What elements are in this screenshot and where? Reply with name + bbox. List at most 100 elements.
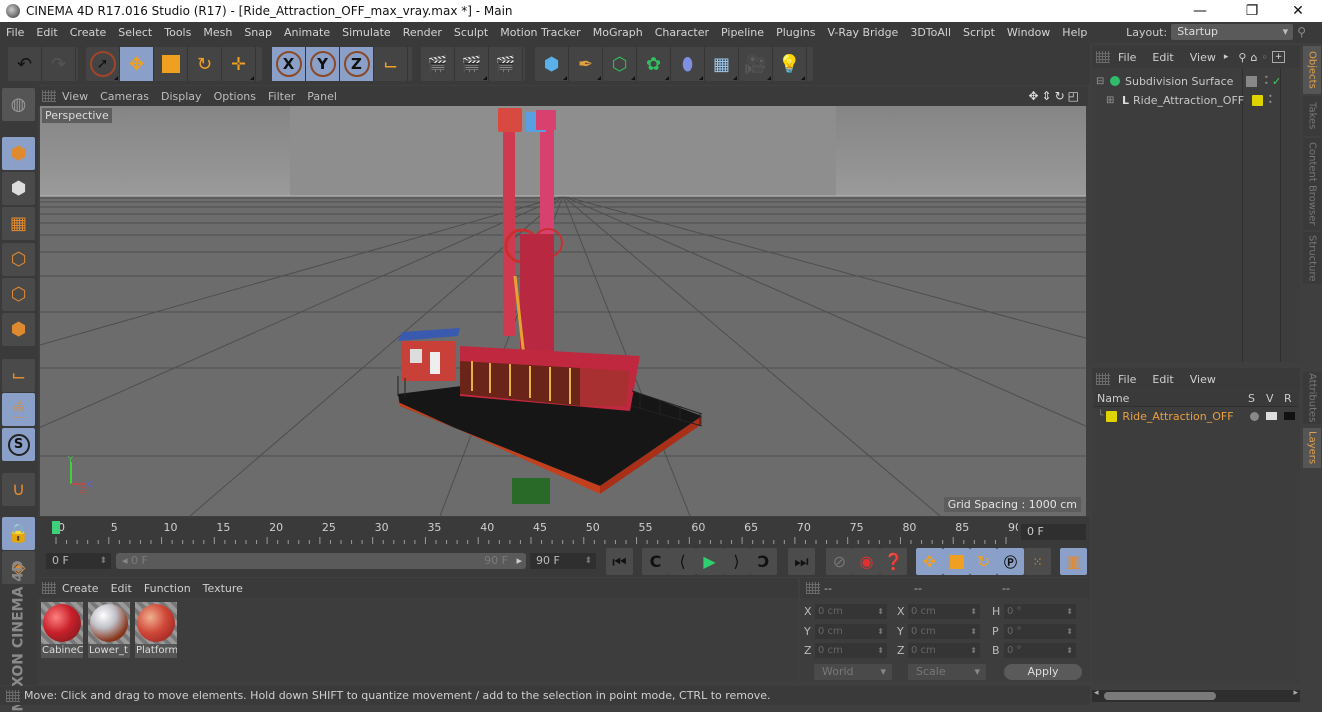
move-tool-button[interactable]: ✥ bbox=[120, 47, 154, 81]
search-icon[interactable]: ⚲ bbox=[1297, 25, 1306, 39]
layer-row[interactable]: └ Ride_Attraction_OFF bbox=[1098, 407, 1298, 425]
light-button[interactable]: 💡 bbox=[773, 47, 807, 81]
rotation-h-field[interactable]: 0 ° ⬍ bbox=[1004, 604, 1076, 619]
scale-tool-button[interactable] bbox=[154, 47, 188, 81]
menu-sculpt[interactable]: Sculpt bbox=[448, 26, 494, 39]
deformer-button[interactable]: ⬮ bbox=[671, 47, 705, 81]
new-panel-icon[interactable]: + bbox=[1271, 51, 1286, 63]
scrollbar-thumb[interactable] bbox=[1104, 692, 1216, 700]
spinner-icon[interactable]: ⬍ bbox=[584, 553, 592, 569]
toggle-layout-icon[interactable]: ◰ bbox=[1068, 89, 1082, 103]
menu-character[interactable]: Character bbox=[649, 26, 715, 39]
solo-mode-button[interactable]: S bbox=[2, 428, 35, 461]
render-settings-button[interactable]: 🎬 bbox=[489, 47, 523, 81]
material-menu-function[interactable]: Function bbox=[138, 582, 197, 595]
menu-select[interactable]: Select bbox=[112, 26, 158, 39]
current-frame-field[interactable]: 0 F bbox=[1021, 524, 1086, 540]
objects-menu-edit[interactable]: Edit bbox=[1144, 51, 1181, 64]
layers-menu-file[interactable]: File bbox=[1110, 373, 1144, 386]
viewport-menu-view[interactable]: View bbox=[56, 90, 94, 103]
menu-render[interactable]: Render bbox=[397, 26, 448, 39]
column-render[interactable]: R bbox=[1284, 392, 1292, 405]
menu-vray-bridge[interactable]: V-Ray Bridge bbox=[821, 26, 904, 39]
timeline-ruler[interactable]: 051015202530354045505560657075808590 bbox=[48, 519, 1018, 545]
material-swatch[interactable]: Lower_t bbox=[88, 602, 130, 658]
key-scale-button[interactable] bbox=[943, 548, 970, 575]
panel-grip-icon[interactable] bbox=[1096, 51, 1110, 63]
next-frame-button[interactable]: ⟩ bbox=[723, 548, 750, 575]
previous-frame-button[interactable]: ⟨ bbox=[669, 548, 696, 575]
menu-3dtoall[interactable]: 3DToAll bbox=[904, 26, 957, 39]
collapse-icon[interactable]: ⊟ bbox=[1096, 76, 1108, 87]
objects-menu-view[interactable]: View bbox=[1182, 51, 1224, 64]
object-name[interactable]: Ride_Attraction_OFF bbox=[1133, 94, 1244, 107]
timeline-window-button[interactable]: ▥ bbox=[1060, 548, 1087, 575]
camera-label[interactable]: Perspective bbox=[42, 108, 112, 123]
go-to-next-key-button[interactable]: Ↄ bbox=[750, 548, 777, 575]
minimize-button[interactable]: — bbox=[1180, 0, 1220, 22]
viewport-menu-filter[interactable]: Filter bbox=[262, 90, 301, 103]
close-button[interactable]: ✕ bbox=[1278, 0, 1318, 22]
menu-motion-tracker[interactable]: Motion Tracker bbox=[494, 26, 586, 39]
key-position-button[interactable]: ✥ bbox=[916, 548, 943, 575]
more-menu-arrow-icon[interactable]: ▸ bbox=[1224, 52, 1229, 62]
size-mode-dropdown[interactable]: Scale bbox=[908, 664, 986, 680]
render-to-picture-viewer-button[interactable]: 🎬 bbox=[455, 47, 489, 81]
playhead[interactable] bbox=[52, 521, 60, 534]
scroll-right-icon[interactable]: ▸ bbox=[1293, 688, 1298, 698]
menu-plugins[interactable]: Plugins bbox=[770, 26, 821, 39]
go-to-start-button[interactable]: ⏮ bbox=[606, 548, 633, 575]
eye-icon[interactable]: ◦ bbox=[1261, 51, 1268, 64]
last-tool-button[interactable]: ✛ bbox=[222, 47, 256, 81]
menu-window[interactable]: Window bbox=[1001, 26, 1056, 39]
rotate-tool-button[interactable]: ↻ bbox=[188, 47, 222, 81]
move-view-icon[interactable]: ✥ bbox=[1028, 89, 1041, 103]
subdivision-surface-button[interactable]: ⬡ bbox=[603, 47, 637, 81]
panel-grip-icon[interactable] bbox=[42, 90, 56, 102]
menu-simulate[interactable]: Simulate bbox=[336, 26, 397, 39]
start-frame-field[interactable]: 0 F ⬍ bbox=[46, 553, 111, 569]
cloner-button[interactable]: ✿ bbox=[637, 47, 671, 81]
menu-file[interactable]: File bbox=[0, 26, 30, 39]
model-mode-button[interactable]: ⬢ bbox=[2, 137, 35, 170]
locked-workplane-button[interactable]: 🔒 bbox=[2, 517, 35, 550]
zoom-view-icon[interactable]: ⇕ bbox=[1042, 89, 1055, 103]
axis-mode-button[interactable]: ⌙ bbox=[2, 359, 35, 392]
horizontal-scrollbar[interactable]: ◂ ▸ bbox=[1092, 688, 1300, 702]
size-y-field[interactable]: 0 cm ⬍ bbox=[908, 624, 980, 639]
floor-button[interactable]: ▦ bbox=[705, 47, 739, 81]
size-z-field[interactable]: 0 cm ⬍ bbox=[908, 643, 980, 658]
position-x-field[interactable]: 0 cm ⬍ bbox=[815, 604, 887, 619]
object-name[interactable]: Subdivision Surface bbox=[1125, 75, 1233, 88]
keyframe-selection-button[interactable]: ❓ bbox=[880, 548, 907, 575]
object-row-ride-attraction[interactable]: ⊞ L Ride_Attraction_OFF • • bbox=[1096, 91, 1273, 109]
layer-color-swatch[interactable] bbox=[1106, 410, 1118, 422]
scroll-left-icon[interactable]: ◂ bbox=[1094, 688, 1099, 698]
z-axis-button[interactable]: Z bbox=[340, 47, 374, 81]
menu-snap[interactable]: Snap bbox=[238, 26, 278, 39]
rotate-view-icon[interactable]: ↻ bbox=[1055, 89, 1068, 103]
tab-objects[interactable]: Objects bbox=[1303, 46, 1321, 94]
render-view-button[interactable]: 🎬 bbox=[421, 47, 455, 81]
tweak-mode-button[interactable]: 🖱 bbox=[2, 393, 35, 426]
position-y-field[interactable]: 0 cm ⬍ bbox=[815, 624, 887, 639]
make-editable-button[interactable]: ◍ bbox=[2, 88, 35, 121]
cube-button[interactable]: ⬢ bbox=[535, 47, 569, 81]
material-menu-texture[interactable]: Texture bbox=[197, 582, 249, 595]
material-menu-edit[interactable]: Edit bbox=[105, 582, 138, 595]
material-swatch[interactable]: Platform bbox=[135, 602, 177, 658]
menu-edit[interactable]: Edit bbox=[30, 26, 63, 39]
camera-button[interactable]: 🎥 bbox=[739, 47, 773, 81]
layer-name[interactable]: Ride_Attraction_OFF bbox=[1122, 410, 1233, 423]
menu-mograph[interactable]: MoGraph bbox=[587, 26, 649, 39]
object-row-subdivision-surface[interactable]: ⊟ Subdivision Surface • • ✓ bbox=[1096, 72, 1281, 90]
visibility-dots-icon[interactable]: • • bbox=[1268, 93, 1273, 107]
viewport-menu-cameras[interactable]: Cameras bbox=[94, 90, 155, 103]
home-icon[interactable]: ⌂ bbox=[1250, 51, 1257, 64]
menu-pipeline[interactable]: Pipeline bbox=[715, 26, 770, 39]
y-axis-button[interactable]: Y bbox=[306, 47, 340, 81]
apply-button[interactable]: Apply bbox=[1004, 664, 1082, 680]
rotation-b-field[interactable]: 0 ° ⬍ bbox=[1004, 643, 1076, 658]
enabled-check-icon[interactable]: ✓ bbox=[1272, 75, 1281, 88]
polygons-mode-button[interactable]: ⬢ bbox=[2, 313, 35, 346]
